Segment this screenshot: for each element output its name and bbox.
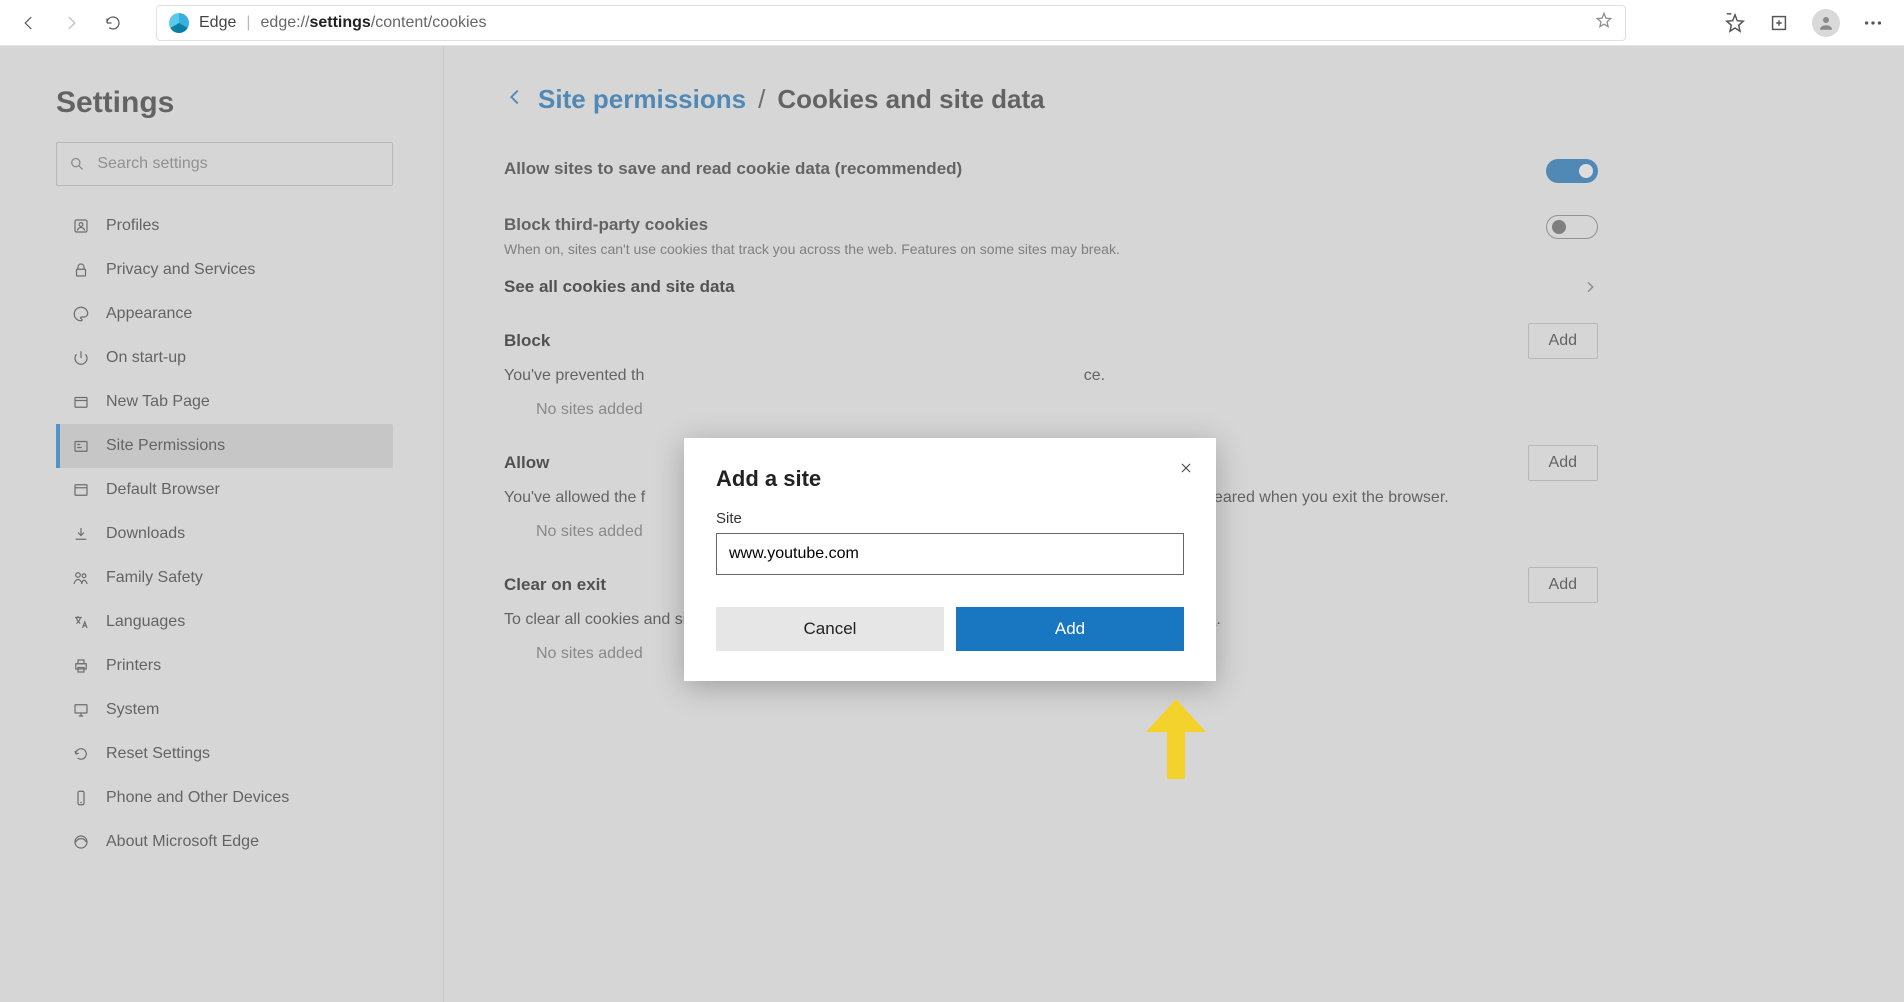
block-thirdparty-desc: When on, sites can't use cookies that tr… xyxy=(504,241,1120,257)
sidebar-item-label: System xyxy=(106,701,159,719)
dialog-site-input[interactable] xyxy=(716,533,1184,575)
download-icon xyxy=(70,523,92,545)
sidebar-item-label: Phone and Other Devices xyxy=(106,789,289,807)
sidebar-item-languages[interactable]: Languages xyxy=(56,600,393,644)
dialog-cancel-button[interactable]: Cancel xyxy=(716,607,944,651)
address-bar[interactable]: Edge | edge://settings/content/cookies xyxy=(156,5,1626,41)
breadcrumb-current: Cookies and site data xyxy=(777,84,1044,115)
sidebar-item-printers[interactable]: Printers xyxy=(56,644,393,688)
sidebar-item-family[interactable]: Family Safety xyxy=(56,556,393,600)
dialog-add-button[interactable]: Add xyxy=(956,607,1184,651)
allow-section-title: Allow xyxy=(504,453,549,473)
more-menu-icon[interactable] xyxy=(1862,12,1884,34)
sidebar-item-privacy[interactable]: Privacy and Services xyxy=(56,248,393,292)
breadcrumb: Site permissions / Cookies and site data xyxy=(504,84,1844,115)
breadcrumb-link[interactable]: Site permissions xyxy=(538,84,746,115)
sidebar-item-label: On start-up xyxy=(106,349,186,367)
block-add-button[interactable]: Add xyxy=(1528,323,1598,359)
sidebar-item-label: Default Browser xyxy=(106,481,220,499)
dialog-title: Add a site xyxy=(716,466,1184,492)
app-label: Edge xyxy=(199,14,236,32)
sidebar-item-newtab[interactable]: New Tab Page xyxy=(56,380,393,424)
system-icon xyxy=(70,699,92,721)
sidebar-item-label: About Microsoft Edge xyxy=(106,833,259,851)
family-icon xyxy=(70,567,92,589)
add-site-dialog: Add a site Site Cancel Add xyxy=(684,438,1216,681)
see-all-cookies-row[interactable]: See all cookies and site data xyxy=(504,271,1598,323)
sidebar-item-label: Site Permissions xyxy=(106,437,225,455)
browser-icon xyxy=(70,479,92,501)
settings-title: Settings xyxy=(56,86,393,120)
sidebar-item-label: Appearance xyxy=(106,305,192,323)
reset-icon xyxy=(70,743,92,765)
profile-avatar[interactable] xyxy=(1812,9,1840,37)
allow-cookies-toggle[interactable] xyxy=(1546,159,1598,183)
favorite-star-icon[interactable] xyxy=(1595,11,1613,34)
collections-icon[interactable] xyxy=(1768,12,1790,34)
sidebar-item-startup[interactable]: On start-up xyxy=(56,336,393,380)
power-icon xyxy=(70,347,92,369)
sidebar-item-label: Profiles xyxy=(106,217,159,235)
sidebar-item-label: New Tab Page xyxy=(106,393,210,411)
allow-add-button[interactable]: Add xyxy=(1528,445,1598,481)
refresh-button[interactable] xyxy=(96,6,130,40)
sidebar-item-phone[interactable]: Phone and Other Devices xyxy=(56,776,393,820)
search-settings-box[interactable] xyxy=(56,142,393,186)
sidebar-item-appearance[interactable]: Appearance xyxy=(56,292,393,336)
printer-icon xyxy=(70,655,92,677)
search-settings-input[interactable] xyxy=(97,155,380,173)
sidebar-item-site-permissions[interactable]: Site Permissions xyxy=(56,424,393,468)
sidebar-item-label: Family Safety xyxy=(106,569,203,587)
clear-add-button[interactable]: Add xyxy=(1528,567,1598,603)
block-thirdparty-label: Block third-party cookies xyxy=(504,215,1120,235)
sidebar-item-system[interactable]: System xyxy=(56,688,393,732)
allow-cookies-label: Allow sites to save and read cookie data… xyxy=(504,159,962,179)
sidebar-item-label: Languages xyxy=(106,613,185,631)
block-thirdparty-toggle[interactable] xyxy=(1546,215,1598,239)
dialog-field-label: Site xyxy=(716,510,1184,527)
sidebar-item-reset[interactable]: Reset Settings xyxy=(56,732,393,776)
sidebar-item-label: Printers xyxy=(106,657,161,675)
lock-icon xyxy=(70,259,92,281)
phone-icon xyxy=(70,787,92,809)
sidebar-item-about[interactable]: About Microsoft Edge xyxy=(56,820,393,864)
palette-icon xyxy=(70,303,92,325)
annotation-arrow xyxy=(1136,694,1216,789)
chevron-right-icon xyxy=(1582,279,1598,295)
sidebar-item-label: Reset Settings xyxy=(106,745,210,763)
forward-nav-button xyxy=(54,6,88,40)
sidebar-item-label: Downloads xyxy=(106,525,185,543)
sidebar-item-label: Privacy and Services xyxy=(106,261,255,279)
url-text: edge://settings/content/cookies xyxy=(261,14,487,32)
back-nav-button[interactable] xyxy=(12,6,46,40)
breadcrumb-back-icon[interactable] xyxy=(504,86,526,113)
permissions-icon xyxy=(70,435,92,457)
block-section-title: Block xyxy=(504,331,550,351)
edge-icon xyxy=(70,831,92,853)
dialog-close-button[interactable] xyxy=(1174,456,1198,480)
sidebar-item-profiles[interactable]: Profiles xyxy=(56,204,393,248)
newtab-icon xyxy=(70,391,92,413)
profile-icon xyxy=(70,215,92,237)
block-section-desc: You've prevented the following sites fro… xyxy=(504,367,1598,385)
clear-section-title: Clear on exit xyxy=(504,575,606,595)
block-empty: No sites added xyxy=(536,401,1844,419)
sidebar-item-downloads[interactable]: Downloads xyxy=(56,512,393,556)
sidebar-item-default-browser[interactable]: Default Browser xyxy=(56,468,393,512)
favorites-icon[interactable] xyxy=(1724,12,1746,34)
language-icon xyxy=(70,611,92,633)
edge-logo-icon xyxy=(169,13,189,33)
